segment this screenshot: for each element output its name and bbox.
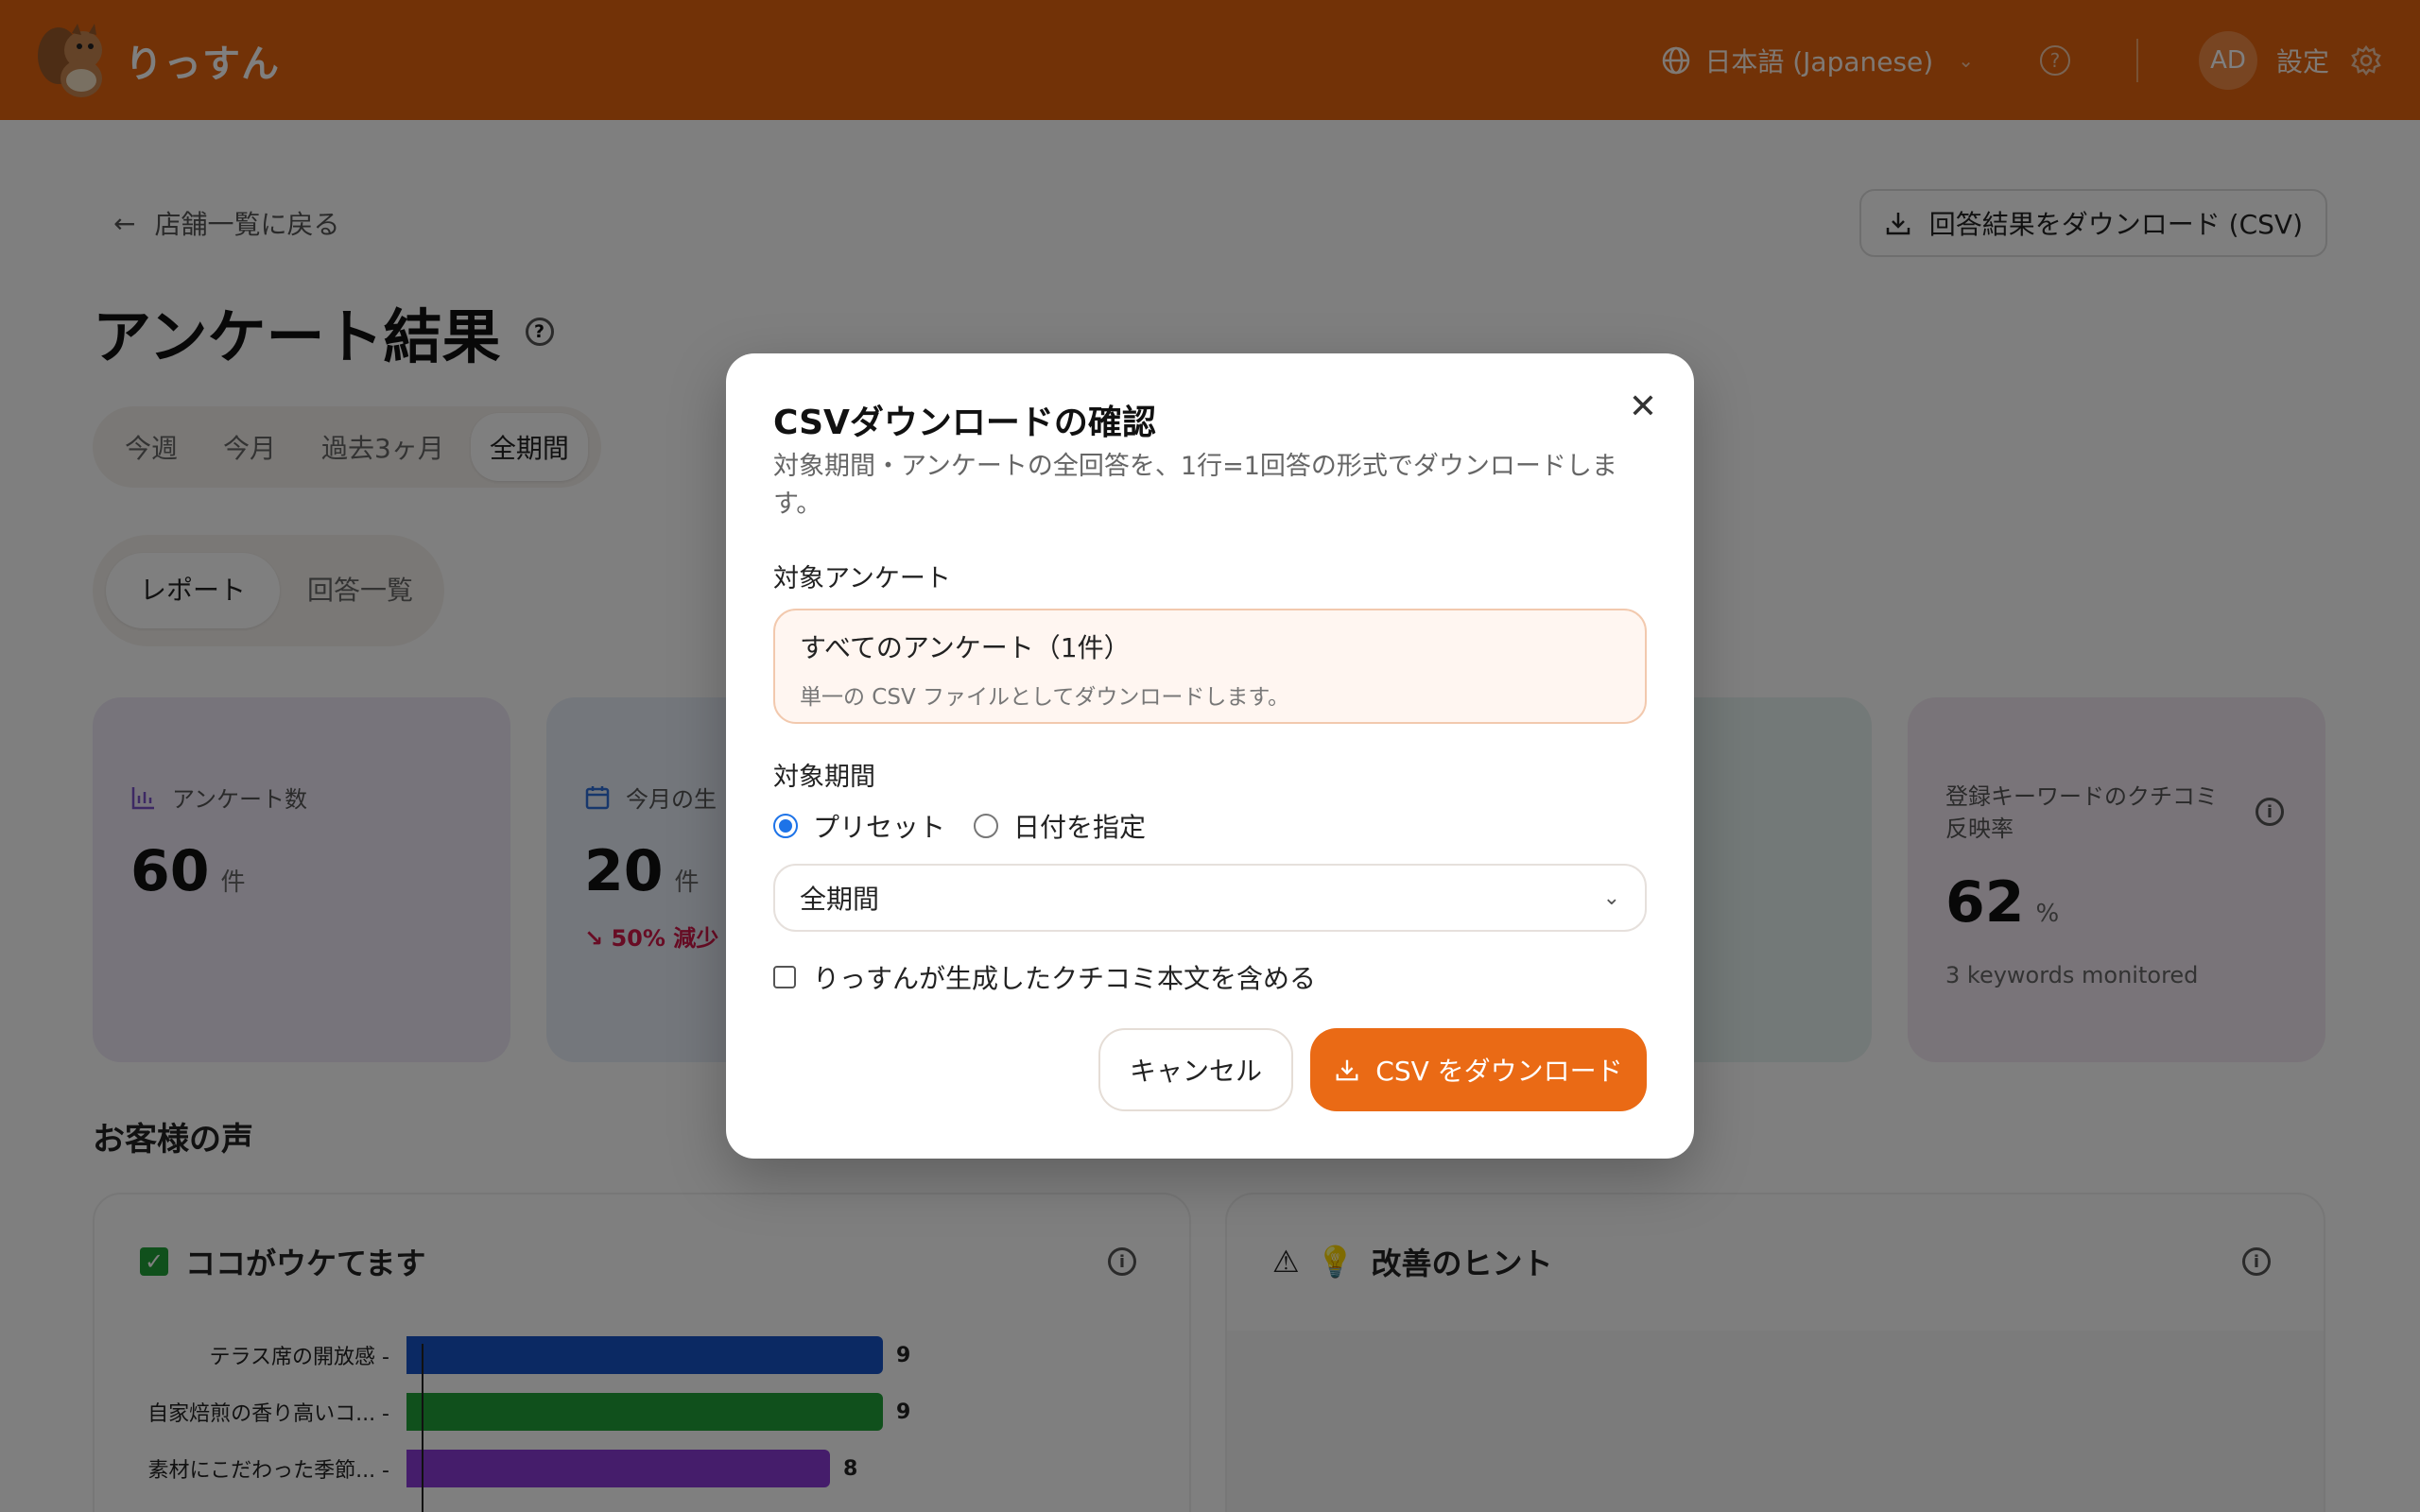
csv-download-dialog: ✕ CSVダウンロードの確認 対象期間・アンケートの全回答を、1行=1回答の形式… xyxy=(726,353,1694,1159)
survey-option[interactable]: すべてのアンケート（1件） 単一の CSV ファイルとしてダウンロードします。 xyxy=(773,609,1647,724)
download-button[interactable]: CSV をダウンロード xyxy=(1310,1028,1647,1111)
dialog-description: 対象期間・アンケートの全回答を、1行=1回答の形式でダウンロードします。 xyxy=(773,452,1617,519)
download-icon xyxy=(1336,1059,1358,1081)
radio-preset[interactable]: プリセット xyxy=(773,807,945,845)
period-radio-group: プリセット 日付を指定 xyxy=(773,807,1146,845)
period-select[interactable]: 全期間 ⌄ xyxy=(773,864,1647,932)
chevron-down-icon: ⌄ xyxy=(1602,885,1620,910)
close-icon[interactable]: ✕ xyxy=(1624,387,1662,426)
radio-preset-label: プリセット xyxy=(813,812,946,843)
checkbox-label: りっすんが生成したクチコミ本文を含める xyxy=(813,963,1317,994)
cancel-button[interactable]: キャンセル xyxy=(1098,1028,1293,1111)
survey-sub-text: 単一の CSV ファイルとしてダウンロードします。 xyxy=(800,685,1290,710)
include-reviews-checkbox[interactable] xyxy=(773,966,796,988)
download-button-label: CSV をダウンロード xyxy=(1375,1056,1623,1087)
radio-button-checked[interactable] xyxy=(773,814,798,838)
survey-label: 対象アンケート xyxy=(773,564,951,593)
radio-button[interactable] xyxy=(974,814,999,838)
include-reviews-option[interactable]: りっすんが生成したクチコミ本文を含める xyxy=(773,958,1316,996)
select-value: 全期間 xyxy=(800,884,880,915)
survey-main-text: すべてのアンケート（1件） xyxy=(800,632,1131,663)
period-label: 対象期間 xyxy=(773,763,875,792)
radio-date-label: 日付を指定 xyxy=(1013,812,1147,843)
dialog-title: CSVダウンロードの確認 xyxy=(773,404,1156,442)
radio-date[interactable]: 日付を指定 xyxy=(974,807,1146,845)
